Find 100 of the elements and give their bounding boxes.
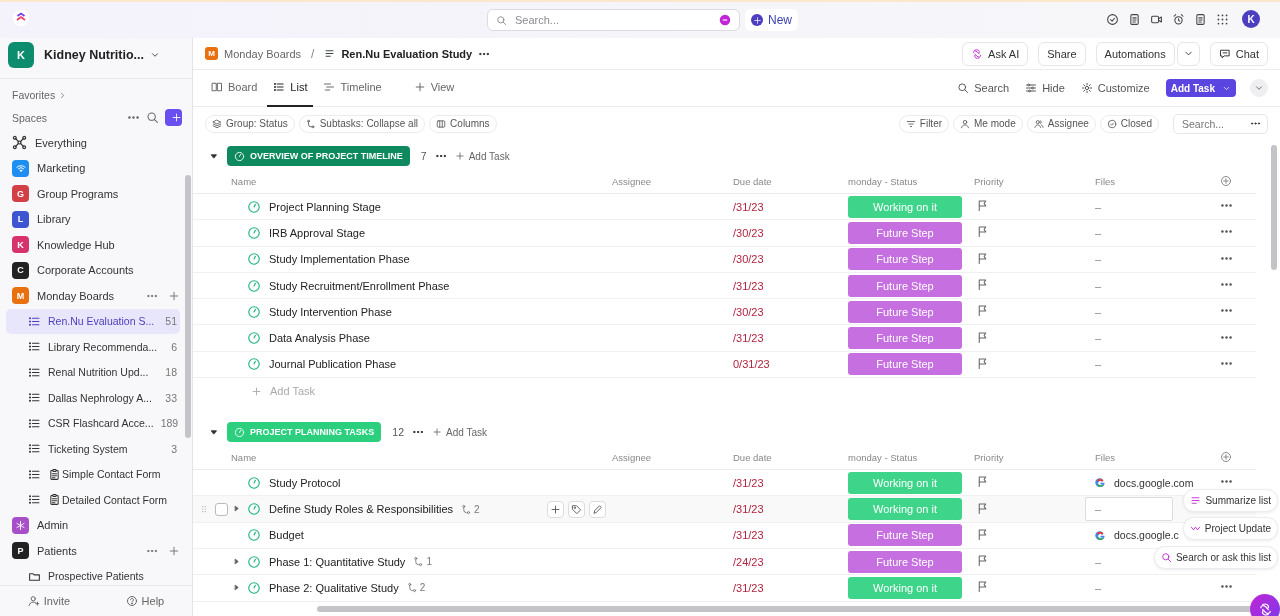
edit-button[interactable] xyxy=(589,500,606,518)
user-avatar[interactable]: K xyxy=(1242,10,1260,28)
add-column-icon[interactable] xyxy=(1220,450,1232,463)
sidebar-item[interactable]: Detailed Contact Form xyxy=(6,487,180,513)
flag-icon[interactable] xyxy=(976,330,989,344)
list-title[interactable]: Ren.Nu Evaluation Study xyxy=(341,47,473,60)
task-name[interactable]: Phase 2: Qualitative Study xyxy=(269,581,399,594)
sidebar-item[interactable]: Renal Nutrition Upd... 18 xyxy=(6,359,180,385)
status-icon[interactable] xyxy=(247,528,261,543)
sidebar-item[interactable]: Everything xyxy=(0,130,192,156)
scrollbar[interactable] xyxy=(1271,145,1277,270)
due-date[interactable]: /30/23 xyxy=(733,253,848,266)
column-header[interactable]: Due date xyxy=(733,176,848,187)
status-icon[interactable] xyxy=(247,554,261,569)
workspace-avatar[interactable]: K xyxy=(8,42,34,68)
sidebar-item[interactable]: G Group Programs xyxy=(0,181,192,207)
flag-icon[interactable] xyxy=(976,199,989,213)
alarm-icon[interactable] xyxy=(1172,12,1185,26)
flag-icon[interactable] xyxy=(976,580,989,594)
file-link[interactable]: docs.google.c xyxy=(1114,529,1179,542)
share-button[interactable]: Share xyxy=(1038,41,1086,66)
ai-suggestion[interactable]: Search or ask this list xyxy=(1153,546,1278,569)
add-button[interactable] xyxy=(547,500,564,518)
due-date[interactable]: /31/23 xyxy=(733,529,848,542)
status-icon[interactable] xyxy=(247,502,261,516)
task-name[interactable]: Phase 1: Quantitative Study xyxy=(269,555,406,568)
app-logo[interactable] xyxy=(13,10,29,26)
column-header[interactable]: Name xyxy=(229,176,612,187)
add-task-link[interactable]: Add Task xyxy=(454,150,510,162)
column-header[interactable]: monday - Status xyxy=(848,452,974,464)
column-header[interactable]: Files xyxy=(1095,176,1220,187)
flag-icon[interactable] xyxy=(976,278,989,292)
add-task-button[interactable]: Add Task xyxy=(1165,79,1236,97)
expand-caret-icon[interactable] xyxy=(232,582,241,592)
status-icon[interactable] xyxy=(247,475,261,490)
due-date[interactable]: /31/23 xyxy=(733,200,848,213)
filter-chip[interactable]: Columns xyxy=(429,114,497,133)
sidebar-item[interactable]: Simple Contact Form xyxy=(6,461,180,487)
due-date[interactable]: 0/31/23 xyxy=(733,358,848,371)
status-icon[interactable] xyxy=(247,225,261,240)
sidebar-item[interactable]: Ticketing System 3 xyxy=(6,436,180,462)
column-header[interactable]: Assignee xyxy=(612,176,733,187)
expand-caret-icon[interactable] xyxy=(232,556,241,566)
customize-button[interactable]: Customize xyxy=(1080,82,1150,94)
status-icon[interactable] xyxy=(247,331,261,346)
plus-icon[interactable] xyxy=(168,544,180,557)
view-tab[interactable]: Board xyxy=(205,69,264,107)
invite-button[interactable]: Invite xyxy=(27,595,71,607)
filter-chip[interactable]: Subtasks: Collapse all xyxy=(298,114,426,133)
filter-chip[interactable]: Me mode xyxy=(953,114,1023,133)
task-name[interactable]: Budget xyxy=(269,529,304,542)
task-name[interactable]: Project Planning Stage xyxy=(269,200,381,213)
add-task-link[interactable]: Add Task xyxy=(432,426,487,438)
filter-chip[interactable]: Assignee xyxy=(1026,114,1096,133)
ai-suggestion[interactable]: Summarize list xyxy=(1183,489,1278,512)
breadcrumb-link[interactable]: Monday Boards xyxy=(224,47,302,60)
due-date[interactable]: /30/23 xyxy=(733,226,848,239)
ai-suggestion[interactable]: Project Update xyxy=(1182,517,1278,540)
task-name[interactable]: Journal Publication Phase xyxy=(269,358,397,371)
due-date[interactable]: /24/23 xyxy=(733,555,848,568)
hide-button[interactable]: Hide xyxy=(1025,82,1065,94)
due-date[interactable]: /31/23 xyxy=(733,581,848,594)
flag-icon[interactable] xyxy=(976,304,989,318)
column-header[interactable]: Priority xyxy=(974,176,1095,187)
sidebar-item[interactable]: C Corporate Accounts xyxy=(0,257,192,283)
flag-icon[interactable] xyxy=(976,251,989,265)
flag-icon[interactable] xyxy=(976,475,989,489)
search-icon[interactable] xyxy=(146,111,159,124)
column-header[interactable]: Assignee xyxy=(612,452,733,464)
group-badge[interactable]: OVERVIEW OF PROJECT TIMELINE xyxy=(227,146,410,166)
filter-chip[interactable]: Filter xyxy=(898,114,950,133)
add-column-icon[interactable] xyxy=(1220,174,1232,187)
filter-chip[interactable]: Closed xyxy=(1099,114,1159,133)
flag-icon[interactable] xyxy=(976,554,989,568)
due-date[interactable]: /31/23 xyxy=(733,476,848,489)
search-bar[interactable]: Search... xyxy=(1173,113,1268,134)
filter-chip[interactable]: Group: Status xyxy=(205,114,295,133)
status-icon[interactable] xyxy=(247,199,261,214)
view-tab[interactable]: View xyxy=(407,69,461,107)
workspace-name[interactable]: Kidney Nutritio... xyxy=(44,48,160,62)
sidebar-item[interactable]: P Patients xyxy=(0,538,192,564)
due-date[interactable]: /31/23 xyxy=(733,503,848,515)
help-button[interactable]: Help xyxy=(125,595,165,607)
task-name[interactable]: Data Analysis Phase xyxy=(269,332,370,345)
column-header[interactable]: monday - Status xyxy=(848,176,974,187)
flag-icon[interactable] xyxy=(976,356,989,370)
sidebar-item[interactable]: M Monday Boards xyxy=(0,283,192,309)
search-field[interactable]: Search... xyxy=(513,13,713,27)
task-name[interactable]: Study Recruitment/Enrollment Phase xyxy=(269,279,450,292)
apps-grid-icon[interactable] xyxy=(1216,12,1229,26)
status-icon[interactable] xyxy=(247,278,261,293)
column-header[interactable]: Priority xyxy=(974,452,1095,464)
expand-caret-icon[interactable] xyxy=(232,504,241,513)
favorites-link[interactable]: Favorites xyxy=(12,89,180,101)
sidebar-item[interactable]: Prospective Patients xyxy=(6,563,180,589)
task-name[interactable]: Study Intervention Phase xyxy=(269,305,392,318)
scrollbar[interactable] xyxy=(185,175,191,438)
notepad-icon[interactable] xyxy=(1128,12,1141,26)
status-icon[interactable] xyxy=(247,580,261,595)
plus-icon[interactable] xyxy=(168,289,180,302)
